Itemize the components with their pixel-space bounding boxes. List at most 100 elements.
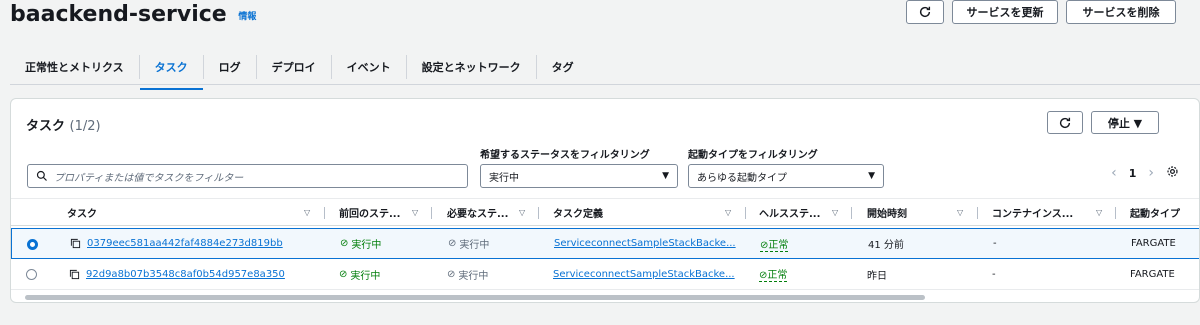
status-filter-select[interactable]: 実行中 ▼ (480, 164, 678, 188)
col-last-status[interactable]: 前回のステ... (339, 199, 400, 225)
row-radio[interactable] (27, 239, 38, 250)
column-divider[interactable] (851, 207, 852, 219)
delete-service-button[interactable]: サービスを削除 (1066, 0, 1176, 24)
sort-icon[interactable]: ▽ (957, 208, 963, 217)
check-circle-icon: ⊘ (340, 238, 349, 249)
task-cell: 0379eec581aa442faf4884e273d819bb (70, 229, 283, 258)
task-id-link[interactable]: 0379eec581aa442faf4884e273d819bb (87, 238, 283, 249)
col-launch-type[interactable]: 起動タイプ (1130, 199, 1180, 225)
last-status-cell: ⊘ 実行中 (340, 229, 381, 258)
started-cell: 昨日 (867, 270, 887, 282)
pagination: ‹ 1 › (1111, 165, 1179, 181)
tab-bar: 正常性とメトリクス タスク ログ デプロイ イベント 設定とネットワーク タグ (10, 50, 1200, 90)
desired-status-cell: ⊘ 実行中 (448, 229, 489, 258)
col-desired-status[interactable]: 必要なステ... (447, 199, 508, 225)
col-task-definition[interactable]: タスク定義 (553, 199, 603, 225)
launch-type-cell: FARGATE (1130, 268, 1175, 280)
col-task[interactable]: タスク (67, 199, 97, 225)
launch-filter-value: あらゆる起動タイプ (697, 172, 787, 184)
task-filter-input[interactable]: プロパティまたは値でタスクをフィルター (27, 164, 468, 188)
tab-logs[interactable]: ログ (202, 55, 256, 79)
selection-count: (1/2) (69, 119, 101, 134)
table-row[interactable]: 92d9a8b07b3548c8af0b54d957e8a350 ⊘ 実行中 ⊘… (11, 259, 1199, 290)
current-page[interactable]: 1 (1129, 167, 1137, 180)
started-cell: 41 分前 (868, 240, 904, 251)
info-link[interactable]: 情報 (238, 12, 256, 22)
task-def-cell: ServiceconnectSampleStackBacke... (553, 259, 735, 289)
column-divider[interactable] (431, 207, 432, 219)
sort-icon[interactable]: ▽ (519, 208, 525, 217)
container-instance-cell: - (992, 268, 996, 280)
col-container-instance[interactable]: コンテナインス... (992, 199, 1073, 225)
health-status[interactable]: ⊘正常 (759, 266, 788, 282)
prev-page-icon[interactable]: ‹ (1111, 165, 1117, 181)
row-radio[interactable] (26, 269, 37, 280)
container-instance-cell: - (993, 238, 997, 249)
column-divider[interactable] (977, 207, 978, 219)
desired-status-text: 実行中 (459, 240, 490, 251)
health-text: 正常 (768, 239, 789, 251)
tab-health-metrics[interactable]: 正常性とメトリクス (10, 55, 139, 79)
sort-icon[interactable]: ▽ (725, 208, 731, 217)
task-def-cell: ServiceconnectSampleStackBacke... (554, 229, 736, 258)
desired-status-cell: ⊘ 実行中 (447, 259, 488, 289)
tab-deployments[interactable]: デプロイ (255, 55, 331, 79)
tasks-panel: タスク (1/2) 停止 ▼ 希望するステータスをフィルタリング 起動タイプをフ… (10, 98, 1200, 303)
panel-title: タスク (1/2) (26, 115, 101, 134)
task-cell: 92d9a8b07b3548c8af0b54d957e8a350 (69, 259, 285, 289)
next-page-icon[interactable]: › (1148, 165, 1154, 181)
check-circle-icon: ⊘ (448, 238, 457, 249)
search-placeholder: プロパティまたは値でタスクをフィルター (54, 172, 244, 184)
column-divider[interactable] (538, 207, 539, 219)
table-row[interactable]: 0379eec581aa442faf4884e273d819bb ⊘ 実行中 ⊘… (11, 228, 1199, 259)
tab-configuration-networking[interactable]: 設定とネットワーク (405, 55, 536, 79)
caret-down-icon: ▼ (868, 171, 875, 181)
service-name: baackend-service (10, 2, 227, 27)
task-definition-link[interactable]: ServiceconnectSampleStackBacke... (553, 269, 735, 280)
column-divider[interactable] (1115, 207, 1116, 219)
settings-gear-icon[interactable] (1166, 165, 1179, 181)
refresh-icon (1059, 117, 1071, 128)
copy-icon[interactable] (70, 238, 81, 249)
col-started-at[interactable]: 開始時刻 (867, 199, 907, 225)
health-cell: ⊘正常 (760, 229, 789, 258)
tab-tasks[interactable]: タスク (138, 55, 203, 90)
status-filter-label: 希望するステータスをフィルタリング (480, 150, 650, 161)
last-status-text: 実行中 (350, 270, 381, 282)
launch-type-cell: FARGATE (1131, 238, 1176, 249)
column-divider[interactable] (324, 207, 325, 219)
task-id-link[interactable]: 92d9a8b07b3548c8af0b54d957e8a350 (86, 269, 285, 280)
sort-icon[interactable]: ▽ (832, 208, 838, 217)
check-circle-icon: ⊘ (339, 268, 348, 280)
copy-icon[interactable] (69, 269, 80, 280)
stop-button[interactable]: 停止 ▼ (1091, 111, 1159, 134)
health-text: 正常 (767, 270, 788, 281)
col-health-status[interactable]: ヘルスステ... (759, 199, 820, 225)
tab-tags[interactable]: タグ (535, 55, 589, 79)
table-header: タスク ▽ 前回のステ... ▽ 必要なステ... ▽ タスク定義 ▽ ヘルスス… (11, 198, 1199, 226)
launch-filter-select[interactable]: あらゆる起動タイプ ▼ (688, 164, 884, 188)
desired-status-text: 実行中 (458, 270, 489, 282)
caret-down-icon: ▼ (662, 171, 669, 181)
tab-events[interactable]: イベント (330, 55, 406, 79)
task-definition-link[interactable]: ServiceconnectSampleStackBacke... (554, 238, 736, 249)
check-circle-icon: ⊘ (447, 268, 456, 280)
panel-refresh-button[interactable] (1047, 111, 1083, 134)
status-filter-value: 実行中 (489, 172, 519, 184)
update-service-button[interactable]: サービスを更新 (952, 0, 1058, 24)
page-title: baackend-service 情報 (10, 2, 256, 27)
column-divider[interactable] (745, 207, 746, 219)
refresh-button[interactable] (906, 0, 944, 24)
last-status-text: 実行中 (351, 240, 382, 251)
search-icon (36, 170, 47, 181)
sort-icon[interactable]: ▽ (1096, 208, 1102, 217)
health-status[interactable]: ⊘正常 (760, 236, 789, 252)
launch-filter-label: 起動タイプをフィルタリング (688, 150, 818, 161)
last-status-cell: ⊘ 実行中 (339, 259, 380, 289)
horizontal-scrollbar[interactable] (25, 295, 925, 300)
panel-title-text: タスク (26, 119, 66, 134)
sort-icon[interactable]: ▽ (304, 208, 310, 217)
refresh-icon (919, 6, 931, 18)
sort-icon[interactable]: ▽ (412, 208, 418, 217)
health-cell: ⊘正常 (759, 259, 788, 289)
